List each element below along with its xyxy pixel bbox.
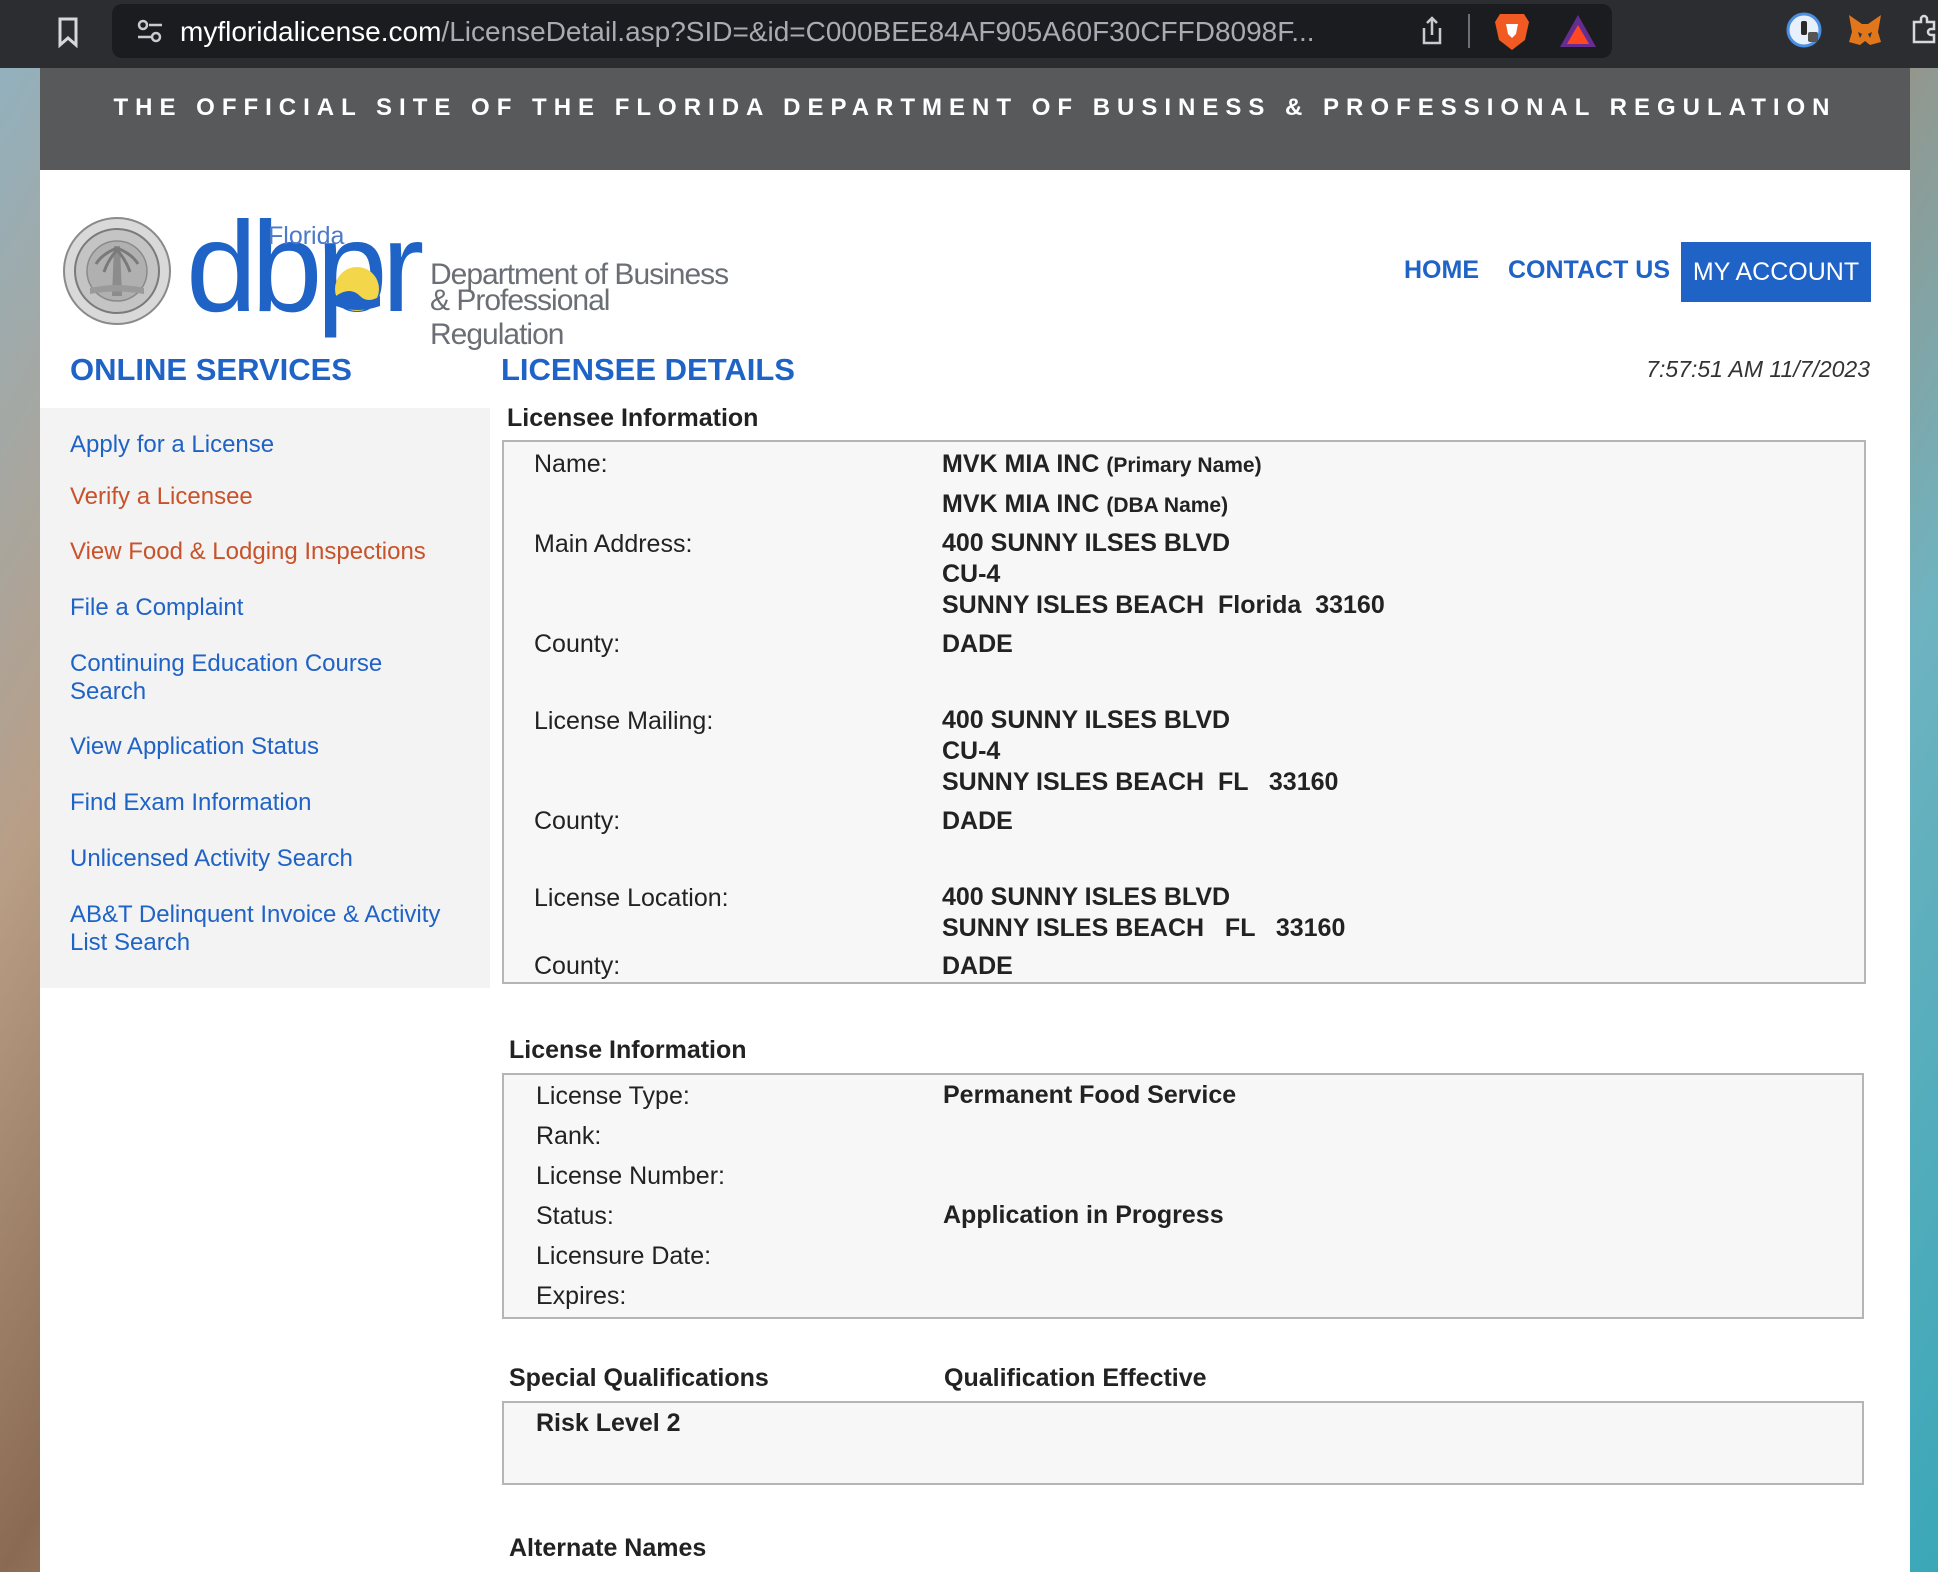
sidebar-link-abt-invoice[interactable]: AB&T Delinquent Invoice & Activity List … [70,901,450,957]
logo-dept-line2: & Professional Regulation [430,284,610,351]
license-type-value: Permanent Food Service [943,1081,1237,1109]
url-text[interactable]: myfloridalicense.com/LicenseDetail.asp?S… [180,16,1315,48]
licensee-info-title: Licensee Information [507,404,759,432]
main-county-value: DADE [942,630,1013,658]
nav-contact-link[interactable]: CONTACT US [1508,256,1670,285]
special-qualifications-header: Special Qualifications [509,1364,769,1392]
dba-name-value: MVK MIA INC (DBA Name) [942,489,1228,521]
sidebar-link-food-lodging[interactable]: View Food & Lodging Inspections [70,538,470,566]
primary-name: MVK MIA INC [942,450,1100,478]
extensions-puzzle-icon[interactable] [1910,14,1938,46]
brave-rewards-icon[interactable] [1558,12,1598,50]
dba-name-tag: (DBA Name) [1106,494,1229,517]
password-manager-extension-icon[interactable] [1786,12,1822,48]
nav-home-link[interactable]: HOME [1404,256,1479,285]
sidebar-title: ONLINE SERVICES [70,352,352,387]
page-title: LICENSEE DETAILS [501,352,795,387]
status-value: Application in Progress [943,1201,1224,1229]
share-icon[interactable] [1418,16,1446,46]
sidebar-link-ce-course[interactable]: Continuing Education Course Search [70,650,430,706]
timestamp: 7:57:51 AM 11/7/2023 [1646,356,1870,382]
site-settings-icon[interactable] [136,18,164,44]
metamask-fox-icon[interactable] [1846,12,1884,48]
location-address-value: 400 SUNNY ISLES BLVD SUNNY ISLES BEACH F… [942,883,1346,942]
brave-shields-icon[interactable] [1492,10,1532,52]
name-label: Name: [534,450,608,478]
logo-sun-icon [335,267,380,311]
site-banner-text: THE OFFICIAL SITE OF THE FLORIDA DEPARTM… [113,94,1837,121]
url-host: myfloridalicense.com [180,16,442,47]
url-path: /LicenseDetail.asp?SID=&id=C000BEE84AF90… [441,16,1315,47]
sidebar-link-unlicensed[interactable]: Unlicensed Activity Search [70,845,470,873]
my-account-button[interactable]: MY ACCOUNT [1681,242,1871,302]
dba-name: MVK MIA INC [942,490,1100,518]
rank-label: Rank: [536,1122,602,1150]
license-number-label: License Number: [536,1162,725,1190]
qualification-row: Risk Level 2 [536,1409,681,1437]
expires-label: Expires: [536,1282,627,1310]
qualification-effective-header: Qualification Effective [944,1364,1207,1392]
primary-name-value: MVK MIA INC (Primary Name) [942,449,1262,481]
browser-toolbar: myfloridalicense.com/LicenseDetail.asp?S… [0,0,1938,68]
page-content: THE OFFICIAL SITE OF THE FLORIDA DEPARTM… [40,68,1910,1572]
location-county-value: DADE [942,952,1013,980]
toolbar-separator [1468,14,1470,48]
license-type-label: License Type: [536,1082,690,1110]
main-county-label: County: [534,630,621,658]
mailing-label: License Mailing: [534,707,714,735]
sidebar-link-app-status[interactable]: View Application Status [70,733,470,761]
location-county-label: County: [534,952,621,980]
sidebar-link-apply[interactable]: Apply for a License [70,431,470,459]
mailing-address-value: 400 SUNNY ILSES BLVD CU-4 SUNNY ISLES BE… [942,706,1339,796]
qualifications-box [502,1401,1864,1485]
bookmark-icon[interactable] [56,16,80,48]
dbpr-logo[interactable]: dbpr Florida Department of Business & Pr… [186,204,750,352]
sidebar-link-verify[interactable]: Verify a Licensee [70,483,470,511]
main-address-label: Main Address: [534,530,693,558]
main-address-value: 400 SUNNY ILSES BLVD CU-4 SUNNY ISLES BE… [942,529,1385,619]
sidebar-link-complaint[interactable]: File a Complaint [70,594,470,622]
mailing-county-label: County: [534,807,621,835]
sidebar-link-exam[interactable]: Find Exam Information [70,789,470,817]
state-seal-icon [63,217,171,325]
status-label: Status: [536,1202,614,1230]
address-bar[interactable]: myfloridalicense.com/LicenseDetail.asp?S… [112,4,1612,58]
location-label: License Location: [534,884,729,912]
license-info-title: License Information [509,1036,747,1064]
primary-name-tag: (Primary Name) [1106,454,1262,477]
licensure-date-label: Licensure Date: [536,1242,712,1270]
site-banner: THE OFFICIAL SITE OF THE FLORIDA DEPARTM… [40,68,1910,170]
logo-florida-text: Florida [268,222,345,250]
alternate-names-title: Alternate Names [509,1534,707,1562]
mailing-county-value: DADE [942,807,1013,835]
